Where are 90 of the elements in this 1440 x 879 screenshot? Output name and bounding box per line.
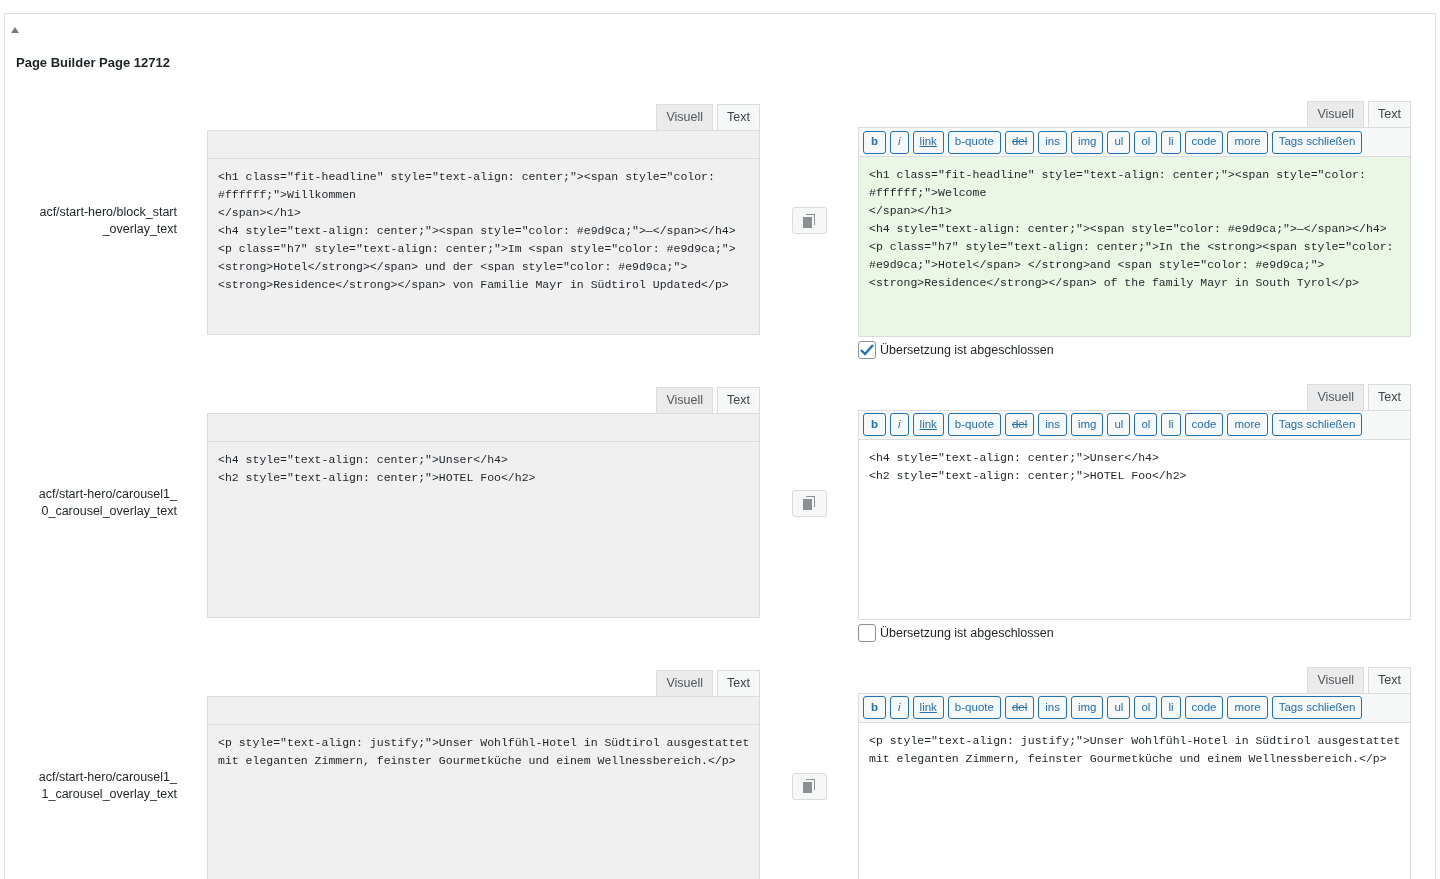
code-line: <h1 class="fit-headline" style="text-align: center;"><span style="color:: [218, 169, 715, 185]
code-line: </span></h1>: [218, 205, 301, 221]
copy-button[interactable]: [791, 489, 827, 517]
format-button[interactable]: li: [1161, 413, 1181, 437]
format-button[interactable]: Tags schließen: [1271, 130, 1363, 154]
editor-tab[interactable]: Visuell: [656, 104, 714, 130]
editor-tab[interactable]: Text: [717, 386, 760, 413]
format-button[interactable]: ol: [1134, 413, 1158, 437]
code-line: <p class="h7" style="text-align: center;">In the <strong><span style="color:: [869, 239, 1394, 255]
format-button[interactable]: b-quote: [947, 413, 1001, 437]
code-line: #ffffff;">Welcome: [869, 185, 987, 201]
copy-button[interactable]: [791, 207, 827, 234]
editor-tab[interactable]: Visuell: [1307, 383, 1365, 410]
format-button[interactable]: b-quote: [947, 696, 1001, 719]
code-line: #e9d9ca;">Hotel</span> </strong>and <span style="color: #e9d9ca;">: [869, 257, 1325, 273]
field-name: acf/start-hero/carousel1_1_carousel_overlay_text: [37, 769, 177, 803]
code-line: #ffffff;">Willkommen: [218, 187, 357, 203]
format-button[interactable]: more: [1227, 696, 1268, 719]
code-line: <p class="h7" style="text-align: center;">Im <span style="color: #e9d9ca;">: [218, 241, 736, 257]
code-line: </span></h1>: [869, 203, 952, 219]
code-line: <h4 style="text-align: center;"><span style="color: #e9d9ca;">—</span></h4>: [218, 223, 736, 239]
editor-tab[interactable]: Text: [717, 104, 760, 130]
format-button[interactable]: Tags schließen: [1271, 413, 1363, 437]
field-name: acf/start-hero/block_start_overlay_text: [38, 203, 177, 238]
code-line: <p style="text-align: justify;">Unser Wohlfühl-Hotel in Südtirol ausgestattet: [869, 732, 1401, 749]
format-button[interactable]: link: [912, 130, 944, 154]
format-button[interactable]: del: [1004, 413, 1035, 437]
format-button[interactable]: i: [890, 413, 909, 437]
format-button[interactable]: link: [912, 413, 944, 437]
copy-icon: [803, 779, 815, 793]
format-button[interactable]: li: [1161, 696, 1181, 719]
format-button[interactable]: code: [1184, 130, 1224, 154]
page-title: Page Builder Page 12712: [16, 54, 170, 72]
format-button[interactable]: img: [1070, 413, 1104, 437]
format-button[interactable]: b: [863, 130, 887, 154]
checkbox-label: Übersetzung ist abgeschlossen: [880, 624, 1054, 642]
format-button[interactable]: img: [1070, 130, 1104, 154]
editor-tab[interactable]: Text: [1368, 666, 1411, 693]
field-name: acf/start-hero/carousel1_0_carousel_overlay_text: [37, 486, 177, 521]
editor-tab[interactable]: Visuell: [656, 386, 714, 413]
editor-tab[interactable]: Visuell: [1307, 666, 1365, 693]
editor-tab[interactable]: Visuell: [656, 669, 714, 696]
code-line: <h2 style="text-align: center;">HOTEL Foo</h2>: [218, 469, 536, 486]
format-button[interactable]: ul: [1107, 130, 1131, 154]
code-line: <strong>Residence</strong></span> of the family Mayr in South Tyrol</p>: [869, 275, 1359, 291]
format-button[interactable]: Tags schließen: [1271, 696, 1363, 719]
format-button[interactable]: more: [1227, 413, 1268, 437]
format-button[interactable]: ins: [1038, 413, 1067, 437]
format-button[interactable]: del: [1004, 130, 1035, 154]
copy-button[interactable]: [791, 772, 827, 800]
checkbox-label: Übersetzung ist abgeschlossen: [880, 342, 1054, 359]
code-line: mit eleganten Zimmern, feinster Gourmetküche und einem Wellnessbereich.</p>: [218, 752, 736, 769]
code-line: <h4 style="text-align: center;">Unser</h4>: [218, 451, 508, 468]
code-line: <strong>Residence</strong></span> von Familie Mayr in Südtirol Updated</p>: [218, 277, 729, 293]
format-button[interactable]: ol: [1134, 696, 1158, 719]
editor-tab[interactable]: Text: [1368, 101, 1411, 127]
format-button[interactable]: del: [1004, 696, 1035, 719]
format-button[interactable]: ins: [1038, 696, 1067, 719]
code-line: <p style="text-align: justify;">Unser Wohlfühl-Hotel in Südtirol ausgestattet: [218, 734, 750, 751]
format-button[interactable]: b: [863, 696, 887, 719]
format-button[interactable]: i: [890, 696, 909, 719]
format-button[interactable]: b-quote: [947, 130, 1001, 154]
code-line: <h2 style="text-align: center;">HOTEL Foo</h2>: [869, 467, 1187, 484]
checkbox[interactable]: [858, 624, 876, 643]
code-line: mit eleganten Zimmern, feinster Gourmetküche und einem Wellnessbereich.</p>: [869, 750, 1387, 767]
format-button[interactable]: ul: [1107, 696, 1131, 719]
code-line: <h4 style="text-align: center;"><span style="color: #e9d9ca;">—</span></h4>: [869, 221, 1387, 237]
code-line: <strong>Hotel</strong></span> und der <span style="color: #e9d9ca;">: [218, 259, 688, 275]
format-button[interactable]: more: [1227, 130, 1268, 154]
format-button[interactable]: i: [890, 130, 909, 154]
checkbox[interactable]: [858, 341, 876, 360]
code-line: <h4 style="text-align: center;">Unser</h4>: [869, 449, 1159, 466]
copy-icon: [803, 213, 815, 228]
format-button[interactable]: code: [1184, 696, 1224, 719]
format-button[interactable]: b: [863, 413, 887, 437]
collapse-icon[interactable]: [11, 27, 19, 33]
format-button[interactable]: li: [1161, 130, 1181, 154]
code-line: <h1 class="fit-headline" style="text-align: center;"><span style="color:: [869, 167, 1366, 183]
format-button[interactable]: ins: [1038, 130, 1067, 154]
format-button[interactable]: code: [1184, 413, 1224, 437]
editor-tab[interactable]: Text: [717, 669, 760, 696]
format-button[interactable]: link: [912, 696, 944, 719]
editor-tab[interactable]: Text: [1368, 383, 1411, 410]
translation-text-area[interactable]: [859, 157, 1410, 336]
editor-tab[interactable]: Visuell: [1307, 101, 1365, 127]
copy-icon: [803, 496, 815, 511]
format-button[interactable]: ul: [1107, 413, 1131, 437]
format-button[interactable]: ol: [1134, 130, 1158, 154]
format-button[interactable]: img: [1070, 696, 1104, 719]
checkmark-icon: [860, 344, 874, 357]
